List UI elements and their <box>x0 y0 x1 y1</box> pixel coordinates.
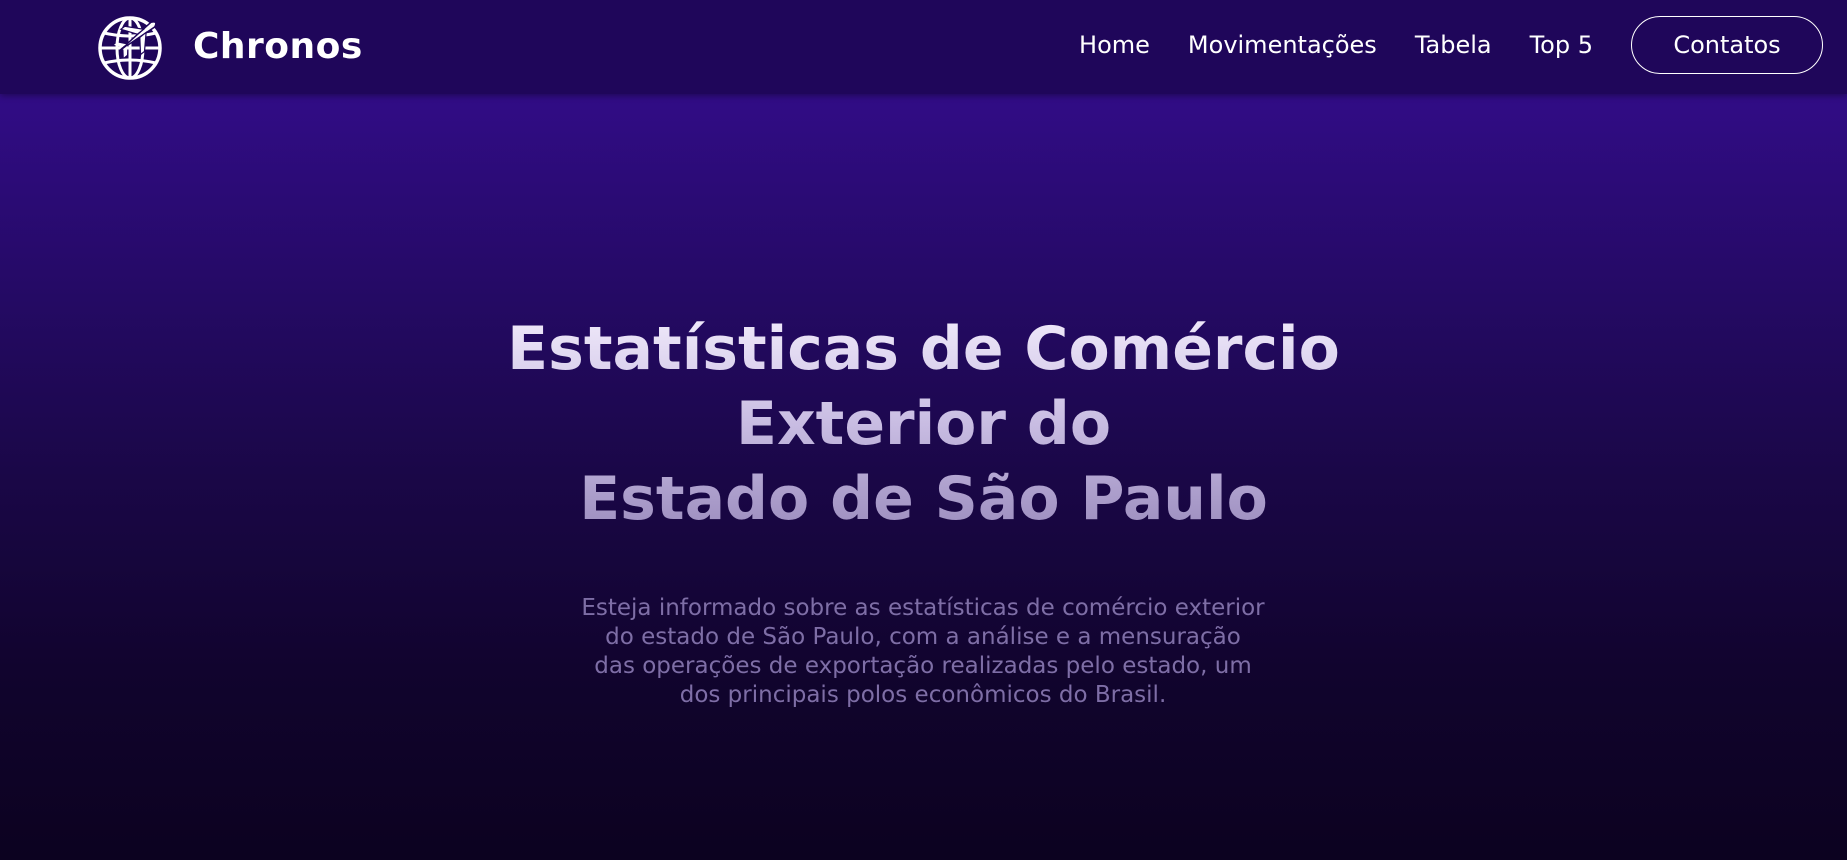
hero-section: Estatísticas de Comércio Exterior do Est… <box>0 94 1847 860</box>
hero-description-line: das operações de exportação realizadas p… <box>594 653 1252 679</box>
hero-title-line: Estado de São Paulo <box>579 464 1268 534</box>
brand-name: Chronos <box>193 25 363 67</box>
nav-link-top5[interactable]: Top 5 <box>1530 31 1593 59</box>
nav-link-tabela[interactable]: Tabela <box>1415 31 1492 59</box>
hero-title-line: Exterior do <box>735 389 1112 459</box>
hero-title-line: Estatísticas de Comércio <box>507 314 1340 384</box>
hero-description: Esteja informado sobre as estatísticas d… <box>523 594 1323 710</box>
contact-button[interactable]: Contatos <box>1631 16 1823 74</box>
nav-link-home[interactable]: Home <box>1079 31 1150 59</box>
hero-title: Estatísticas de Comércio Exterior do Est… <box>0 312 1847 537</box>
globe-airplane-icon <box>98 16 162 80</box>
hero-description-line: do estado de São Paulo, com a análise e … <box>605 624 1241 650</box>
brand[interactable]: Chronos <box>97 11 363 81</box>
hero-description-line: dos principais polos econômicos do Brasi… <box>679 682 1167 708</box>
nav-link-movimentacoes[interactable]: Movimentações <box>1188 31 1377 59</box>
navbar: Chronos Home Movimentações Tabela Top 5 … <box>0 0 1847 94</box>
nav-links: Home Movimentações Tabela Top 5 Contatos <box>1079 15 1823 75</box>
hero-description-line: Esteja informado sobre as estatísticas d… <box>581 595 1265 621</box>
